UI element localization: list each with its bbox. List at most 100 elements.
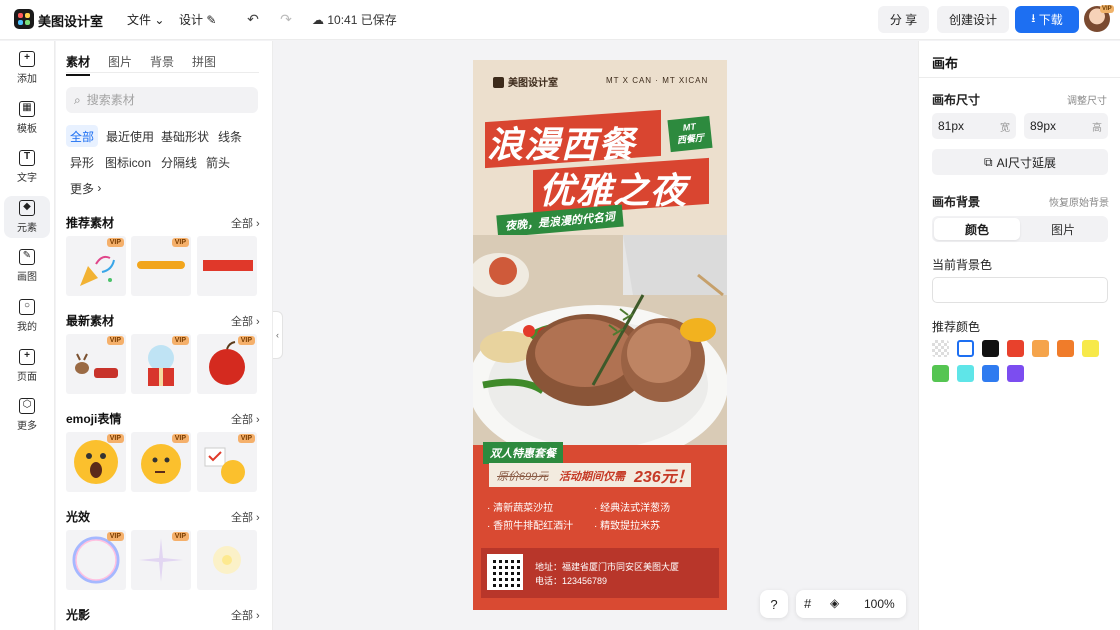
tab-color[interactable]: 颜色: [934, 218, 1020, 240]
poster-phone[interactable]: 电话：123456789: [535, 574, 607, 587]
undo-icon[interactable]: ↶: [244, 10, 262, 28]
color-swatch[interactable]: [957, 365, 974, 382]
see-all-newest[interactable]: 全部 ›: [231, 313, 260, 329]
grid-icon[interactable]: #: [804, 596, 811, 611]
see-all-light-effects[interactable]: 全部 ›: [231, 509, 260, 525]
rail-item-7[interactable]: ⬡ 更多: [4, 394, 50, 436]
redo-icon[interactable]: ↷: [277, 10, 295, 28]
color-swatch[interactable]: [1057, 340, 1074, 357]
collapse-panel-icon[interactable]: ‹: [273, 311, 283, 359]
plus-icon: +: [19, 51, 35, 67]
see-all-shadows[interactable]: 全部 ›: [231, 607, 260, 623]
chip-lines[interactable]: 线条: [214, 125, 246, 147]
material-thumb[interactable]: VIP: [131, 530, 191, 590]
original-price[interactable]: 原价699元: [497, 468, 548, 484]
offer-label[interactable]: 双人特惠套餐: [483, 442, 563, 464]
rail-item-4[interactable]: ✎ 画图: [4, 245, 50, 287]
poster-address[interactable]: 地址：福建省厦门市同安区美图大厦: [535, 560, 679, 573]
chip-dividers[interactable]: 分隔线: [157, 151, 201, 173]
qr-code-icon[interactable]: [487, 554, 523, 590]
material-thumb[interactable]: VIP: [131, 432, 191, 492]
material-thumb[interactable]: [197, 530, 257, 590]
see-all-emoji[interactable]: 全部 ›: [231, 411, 260, 427]
chip-recent[interactable]: 最近使用: [102, 125, 158, 147]
chip-basic-shapes[interactable]: 基础形状: [157, 125, 213, 147]
create-design-button[interactable]: 创建设计: [937, 6, 1009, 33]
chip-more[interactable]: 更多 ›: [66, 177, 105, 199]
search-box[interactable]: ⌕: [66, 87, 258, 113]
color-swatch[interactable]: [932, 365, 949, 382]
chip-all[interactable]: 全部: [66, 125, 99, 147]
rail-item-2[interactable]: T 文字: [4, 146, 50, 188]
color-swatch[interactable]: [1032, 340, 1049, 357]
panel-title: 画布: [932, 56, 959, 71]
poster-title-line1[interactable]: 浪漫西餐: [487, 116, 635, 168]
material-thumb[interactable]: VIP: [131, 334, 191, 394]
color-swatch[interactable]: [932, 340, 949, 357]
menu-item[interactable]: 香煎牛排配红酒汁: [487, 517, 573, 532]
resize-link[interactable]: 调整尺寸: [1067, 92, 1107, 107]
material-thumb[interactable]: VIP: [66, 432, 126, 492]
poster-logo[interactable]: 美图设计室: [493, 74, 558, 89]
poster-canvas[interactable]: 美图设计室 MT X CAN · MT XICAN 浪漫西餐 优雅之夜 MT 西餐…: [473, 60, 727, 610]
ai-resize-button[interactable]: ⧉ AI尺寸延展: [932, 149, 1108, 175]
menu-item[interactable]: 精致提拉米苏: [594, 517, 660, 532]
color-swatch[interactable]: [1082, 340, 1099, 357]
poster-subtitle[interactable]: 夜晚，是浪漫的代名词: [496, 204, 624, 238]
cloud-icon: ☁: [312, 13, 324, 27]
chip-special-shapes[interactable]: 异形: [66, 151, 98, 173]
zoom-toolbar: # ◈ 100%: [796, 590, 906, 618]
chip-icons[interactable]: 图标icon: [101, 151, 155, 173]
template-icon: ▦: [19, 100, 35, 117]
red-banner-icon: [203, 260, 253, 271]
menu-item[interactable]: 经典法式洋葱汤: [594, 499, 670, 514]
rail-item-1[interactable]: ▦ 模板: [4, 97, 50, 139]
promo-price[interactable]: 236元！: [634, 463, 693, 487]
file-menu[interactable]: 文件 ⌄: [127, 11, 164, 28]
help-button[interactable]: ?: [760, 590, 788, 618]
material-thumb[interactable]: VIP: [66, 334, 126, 394]
material-thumb[interactable]: VIP: [66, 530, 126, 590]
color-swatch[interactable]: [982, 365, 999, 382]
material-thumb[interactable]: [197, 236, 257, 296]
restaurant-badge[interactable]: MT 西餐厅: [667, 115, 713, 153]
material-thumb[interactable]: VIP: [197, 432, 257, 492]
steak-dinner-image[interactable]: [473, 235, 727, 445]
app-logo-icon[interactable]: [14, 9, 34, 29]
material-thumb[interactable]: VIP: [131, 236, 191, 296]
see-all-recommended[interactable]: 全部 ›: [231, 215, 260, 231]
tab-image[interactable]: 图片: [1020, 218, 1106, 240]
layers-icon[interactable]: ◈: [830, 596, 839, 610]
color-swatch[interactable]: [1007, 340, 1024, 357]
share-button[interactable]: 分 享: [878, 6, 929, 33]
rail-label: 页面: [17, 371, 37, 383]
search-input[interactable]: [86, 93, 237, 107]
height-field[interactable]: 89px 高: [1024, 113, 1108, 139]
material-thumb[interactable]: VIP: [197, 334, 257, 394]
app-name[interactable]: 美图设计室: [38, 11, 103, 30]
reset-background-link[interactable]: 恢复原始背景: [1049, 194, 1109, 209]
chip-arrows[interactable]: 箭头: [202, 151, 234, 173]
rail-item-0[interactable]: + 添加: [4, 47, 50, 89]
design-menu[interactable]: 设计 ✎: [179, 11, 216, 28]
color-swatch[interactable]: [1007, 365, 1024, 382]
page-icon: +: [19, 348, 35, 365]
zoom-level[interactable]: 100%: [864, 597, 895, 611]
width-field[interactable]: 81px 宽: [932, 113, 1016, 139]
material-thumb[interactable]: VIP: [66, 236, 126, 296]
poster-tagline[interactable]: MT X CAN · MT XICAN: [606, 76, 708, 85]
current-color-field[interactable]: [932, 277, 1108, 303]
more-icon: ⬡: [19, 398, 35, 415]
section-title-emoji: emoji表情: [66, 412, 122, 426]
rail-item-6[interactable]: + 页面: [4, 345, 50, 387]
color-swatch[interactable]: [982, 340, 999, 357]
price-promo-text[interactable]: 活动期间仅需: [559, 468, 625, 484]
rail-item-5[interactable]: ○ 我的: [4, 295, 50, 337]
vip-badge: VIP: [171, 434, 189, 443]
vip-badge: VIP: [171, 336, 189, 345]
download-button[interactable]: ⭳ 下载: [1015, 6, 1079, 33]
menu-item[interactable]: 清新蔬菜沙拉: [487, 499, 553, 514]
recommended-colors-label: 推荐颜色: [932, 320, 981, 334]
color-swatch[interactable]: [957, 340, 974, 357]
rail-item-3[interactable]: ◆ 元素: [4, 195, 50, 238]
